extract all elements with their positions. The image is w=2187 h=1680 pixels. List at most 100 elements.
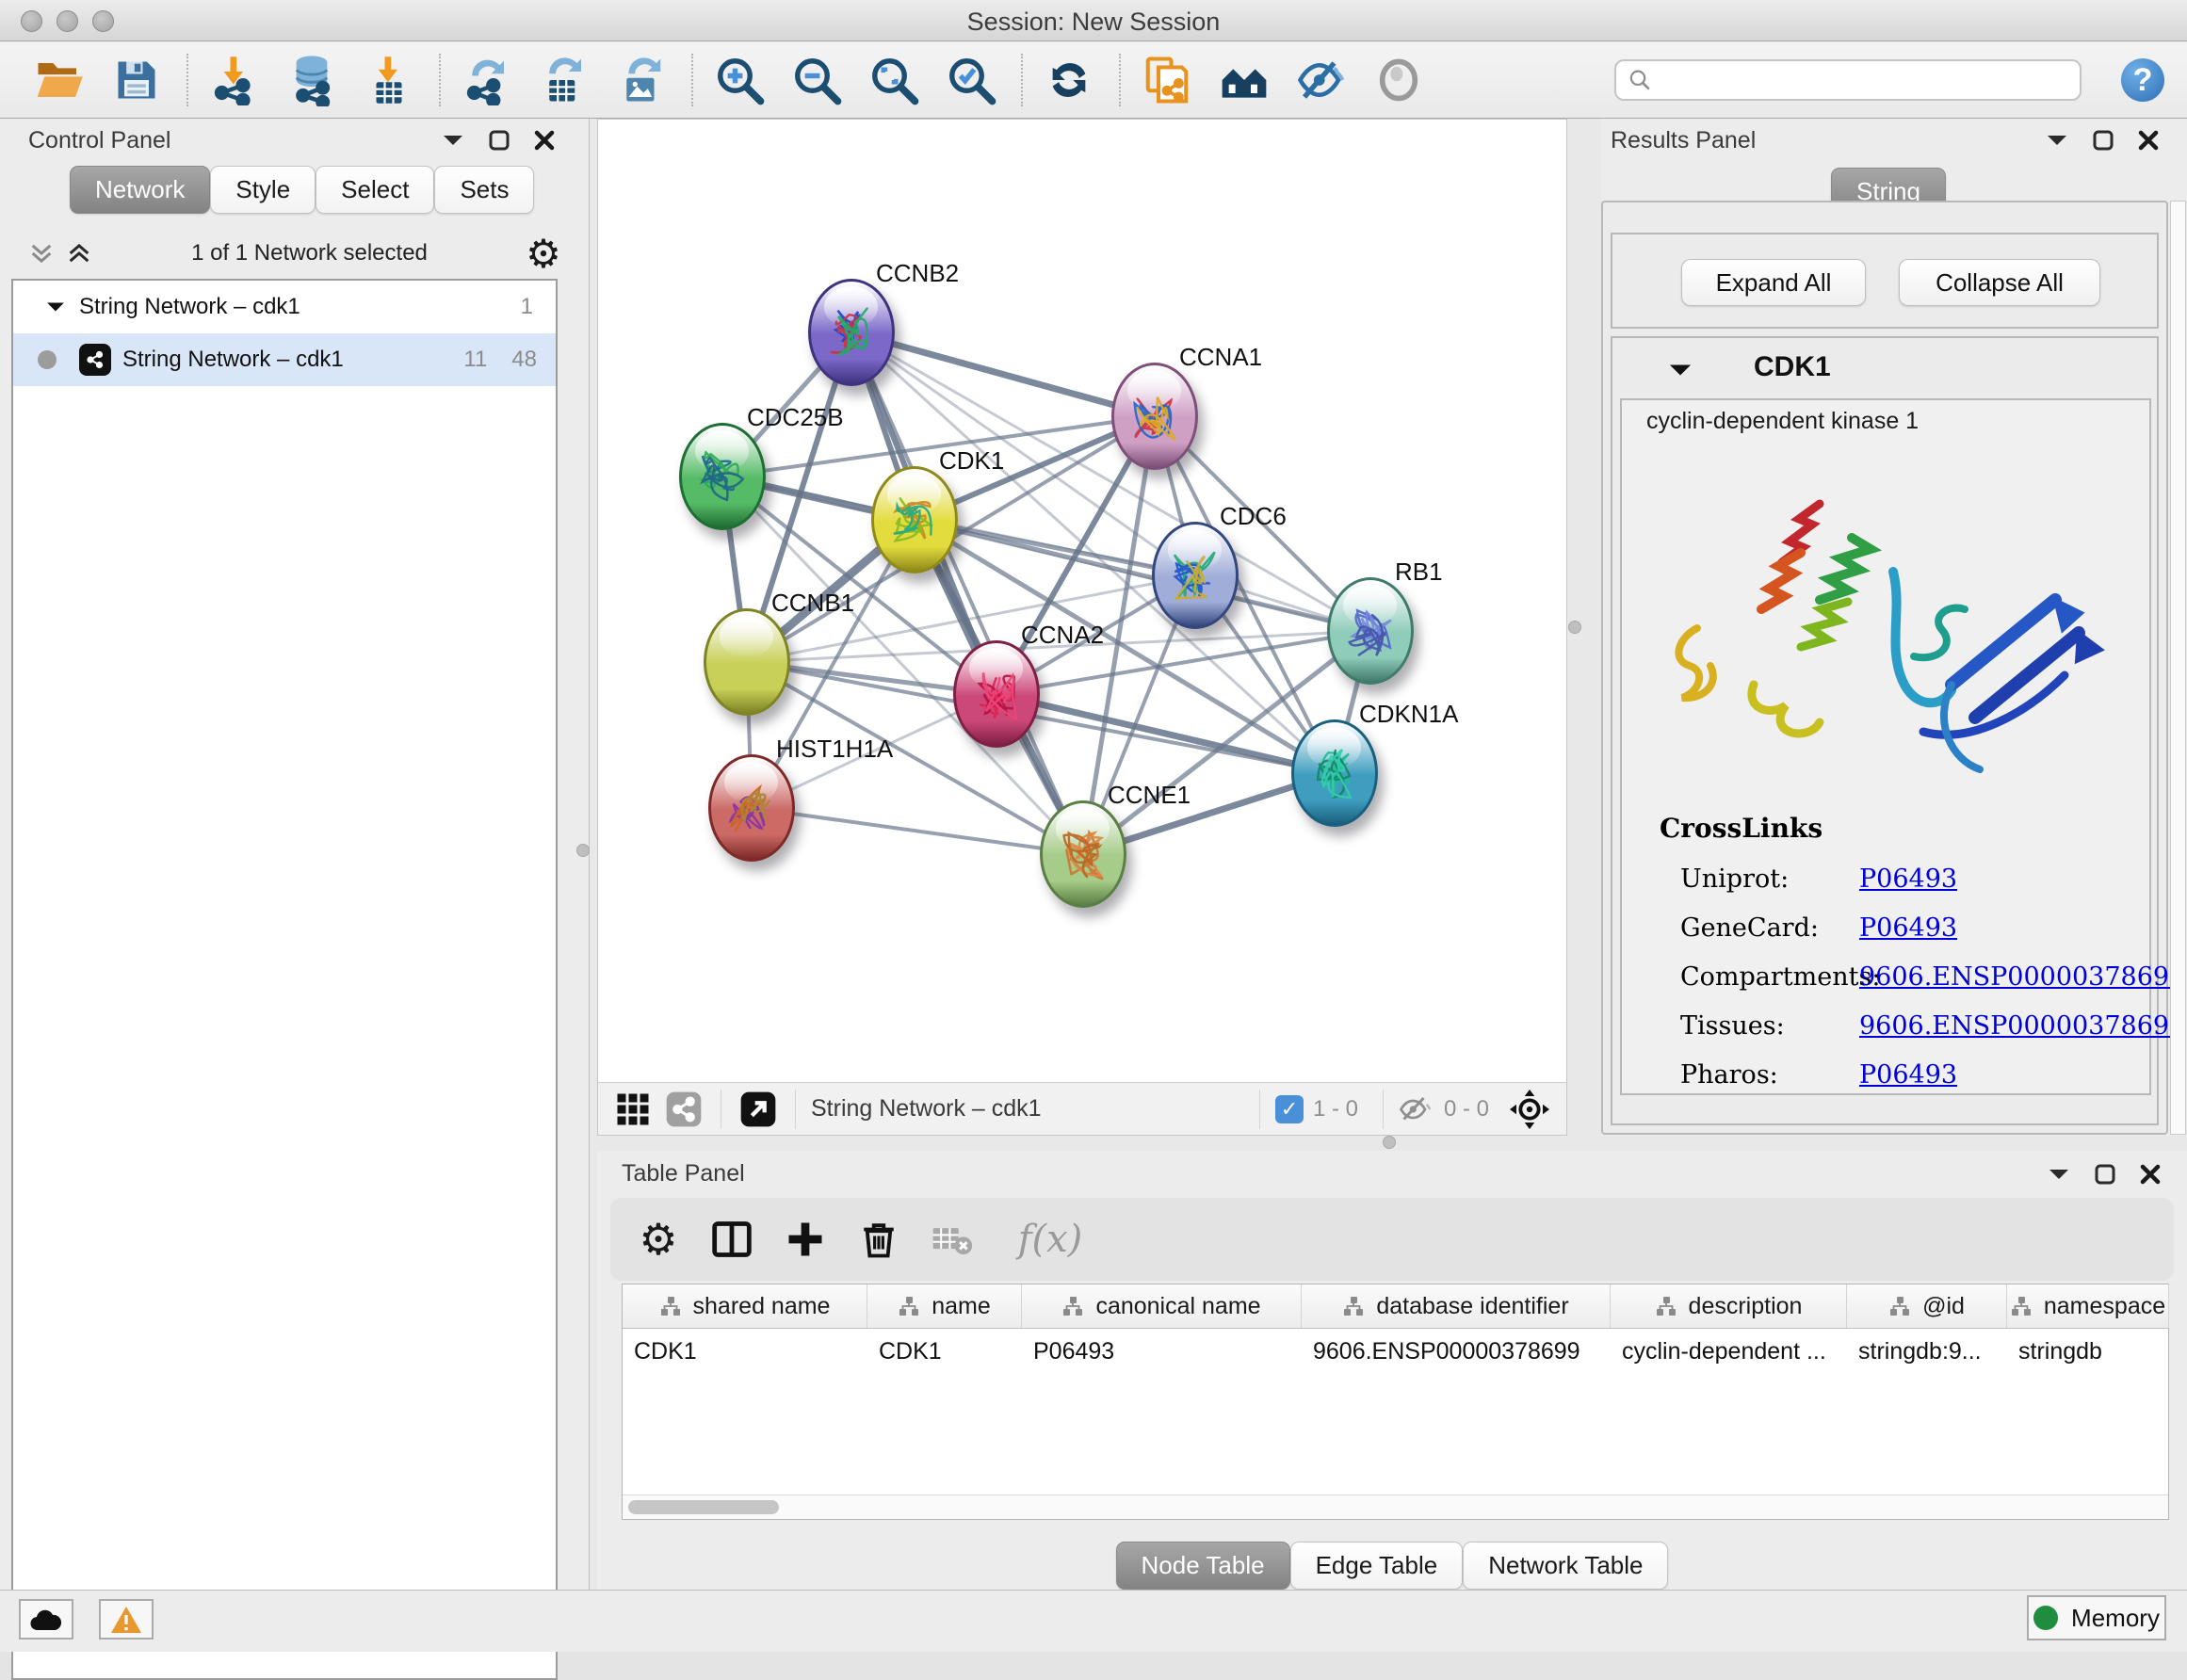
edge-HIST1H1A-CCNE1[interactable] xyxy=(752,808,1083,854)
open-session-icon[interactable] xyxy=(32,53,87,107)
tab-node-table[interactable]: Node Table xyxy=(1116,1542,1290,1590)
cell-name[interactable]: CDK1 xyxy=(867,1329,1022,1376)
grid-view-icon[interactable] xyxy=(611,1088,655,1131)
search-field[interactable] xyxy=(1614,59,2082,101)
column-header-database-identifier[interactable]: database identifier xyxy=(1302,1284,1611,1328)
zoom-selected-icon[interactable] xyxy=(944,53,998,107)
crosslink-link[interactable]: P06493 xyxy=(1859,1060,1957,1090)
import-table-icon[interactable] xyxy=(362,53,416,107)
edge-CCNA2-CDKN1A[interactable] xyxy=(996,694,1335,773)
show-all-icon[interactable] xyxy=(1371,53,1426,107)
zoom-fit-icon[interactable] xyxy=(867,53,921,107)
float-panel-icon[interactable] xyxy=(2093,130,2114,151)
import-network-from-database-icon[interactable] xyxy=(284,53,339,107)
crosslink-link[interactable]: 9606.ENSP00000378699 xyxy=(1859,1011,2185,1041)
zoom-in-icon[interactable] xyxy=(712,53,767,107)
search-input[interactable] xyxy=(1652,67,2068,93)
collapse-all-button[interactable]: Collapse All xyxy=(1899,259,2100,306)
column-header-canonical-name[interactable]: canonical name xyxy=(1022,1284,1302,1328)
fit-content-icon[interactable] xyxy=(1506,1086,1553,1133)
network-view: CCNB2CCNA1CDC25BCDK1CDC6RB1CCNB1CCNA2CDK… xyxy=(597,119,1567,1136)
tab-style[interactable]: Style xyxy=(210,166,316,214)
node-CCNA1[interactable] xyxy=(1111,363,1198,470)
export-network-icon[interactable] xyxy=(460,53,514,107)
cell-@id[interactable]: stringdb:9... xyxy=(1847,1329,2007,1376)
close-panel-icon[interactable] xyxy=(2140,1164,2161,1185)
node-CDKN1A[interactable] xyxy=(1291,719,1378,827)
column-header-namespace[interactable]: namespace xyxy=(2007,1284,2169,1328)
warning-button[interactable] xyxy=(99,1599,154,1640)
tab-network[interactable]: Network xyxy=(70,166,210,214)
network-options-gear-icon[interactable]: ⚙ xyxy=(521,231,566,276)
results-scrollbar[interactable] xyxy=(2170,201,2186,1135)
expand-all-networks-icon[interactable] xyxy=(60,234,98,272)
float-panel-icon[interactable] xyxy=(489,130,510,151)
table-hscrollbar[interactable] xyxy=(623,1494,2168,1519)
table-row[interactable]: CDK1CDK1P064939606.ENSP00000378699cyclin… xyxy=(623,1329,2168,1376)
cell-canonical-name[interactable]: P06493 xyxy=(1022,1329,1302,1376)
panel-menu-icon[interactable] xyxy=(442,132,464,149)
vertical-splitter-handle[interactable] xyxy=(576,844,590,857)
network-app-view-icon[interactable] xyxy=(662,1088,705,1131)
hide-selected-icon[interactable] xyxy=(1294,53,1349,107)
memory-button[interactable]: Memory xyxy=(2027,1595,2166,1640)
column-header-shared-name[interactable]: shared name xyxy=(623,1284,867,1328)
crosslink-link[interactable]: P06493 xyxy=(1859,913,1957,943)
crosslink-link[interactable]: 9606.ENSP00000378699 xyxy=(1859,962,2185,992)
close-panel-icon[interactable] xyxy=(534,130,555,151)
group-nodes-icon[interactable] xyxy=(1217,53,1272,107)
export-table-icon[interactable] xyxy=(537,53,591,107)
column-header-@id[interactable]: @id xyxy=(1847,1284,2007,1328)
cell-namespace[interactable]: stringdb xyxy=(2007,1329,2169,1376)
show-columns-icon[interactable] xyxy=(705,1212,759,1267)
float-panel-icon[interactable] xyxy=(2095,1164,2115,1185)
crosslink-link[interactable]: P06493 xyxy=(1859,864,1957,894)
tree-row-collection[interactable]: String Network – cdk1 1 xyxy=(13,281,556,333)
horizontal-splitter-handle[interactable] xyxy=(1383,1136,1396,1149)
save-session-icon[interactable] xyxy=(109,53,164,107)
column-header-description[interactable]: description xyxy=(1611,1284,1847,1328)
expand-all-button[interactable]: Expand All xyxy=(1681,259,1866,306)
zoom-out-icon[interactable] xyxy=(789,53,844,107)
cell-shared-name[interactable]: CDK1 xyxy=(623,1329,867,1376)
node-CCNA2[interactable] xyxy=(953,640,1040,748)
collapse-section-icon[interactable] xyxy=(1667,361,1693,380)
help-icon[interactable]: ? xyxy=(2121,58,2164,102)
node-RB1[interactable] xyxy=(1327,577,1414,685)
delete-column-icon[interactable] xyxy=(851,1212,906,1267)
tab-select[interactable]: Select xyxy=(316,166,434,214)
export-image-icon[interactable] xyxy=(614,53,669,107)
node-CDK1[interactable] xyxy=(871,466,958,573)
network-canvas[interactable]: CCNB2CCNA1CDC25BCDK1CDC6RB1CCNB1CCNA2CDK… xyxy=(598,120,1566,1082)
panel-menu-icon[interactable] xyxy=(2046,132,2068,149)
table-options-gear-icon[interactable]: ⚙ xyxy=(631,1212,686,1267)
tab-edge-table[interactable]: Edge Table xyxy=(1290,1542,1464,1590)
scrollbar-thumb[interactable] xyxy=(628,1500,779,1514)
apply-layout-icon[interactable] xyxy=(1042,53,1096,107)
tree-row-network[interactable]: String Network – cdk1 11 48 xyxy=(13,333,556,386)
cell-database-identifier[interactable]: 9606.ENSP00000378699 xyxy=(1302,1329,1611,1376)
collapse-all-networks-icon[interactable] xyxy=(23,234,60,272)
node-CCNE1[interactable] xyxy=(1040,800,1126,908)
tree-expand-icon[interactable] xyxy=(45,299,66,315)
cell-description[interactable]: cyclin-dependent ... xyxy=(1611,1329,1847,1376)
create-column-icon[interactable] xyxy=(778,1212,833,1267)
panel-menu-icon[interactable] xyxy=(2048,1166,2070,1183)
column-header-name[interactable]: name xyxy=(867,1284,1022,1328)
node-CCNB2[interactable] xyxy=(808,279,895,386)
cloud-button[interactable] xyxy=(19,1599,73,1640)
node-HIST1H1A[interactable] xyxy=(708,754,795,862)
copy-style-icon[interactable] xyxy=(1140,53,1194,107)
node-CCNB1[interactable] xyxy=(704,608,790,716)
birds-eye-view-icon[interactable] xyxy=(737,1088,780,1131)
node-CDC25B[interactable] xyxy=(679,423,766,530)
import-network-icon[interactable] xyxy=(207,53,262,107)
crosslink-row: Uniprot: P06493 xyxy=(1680,854,2132,903)
close-panel-icon[interactable] xyxy=(2138,130,2159,151)
tab-network-table[interactable]: Network Table xyxy=(1463,1542,1668,1590)
edge-CCNB2-CCNE1[interactable] xyxy=(851,332,1083,854)
tab-sets[interactable]: Sets xyxy=(434,166,534,214)
node-CDC6[interactable] xyxy=(1152,522,1239,629)
vertical-splitter-handle[interactable] xyxy=(1568,621,1581,634)
selected-checkbox-icon[interactable]: ✓ xyxy=(1275,1095,1304,1123)
